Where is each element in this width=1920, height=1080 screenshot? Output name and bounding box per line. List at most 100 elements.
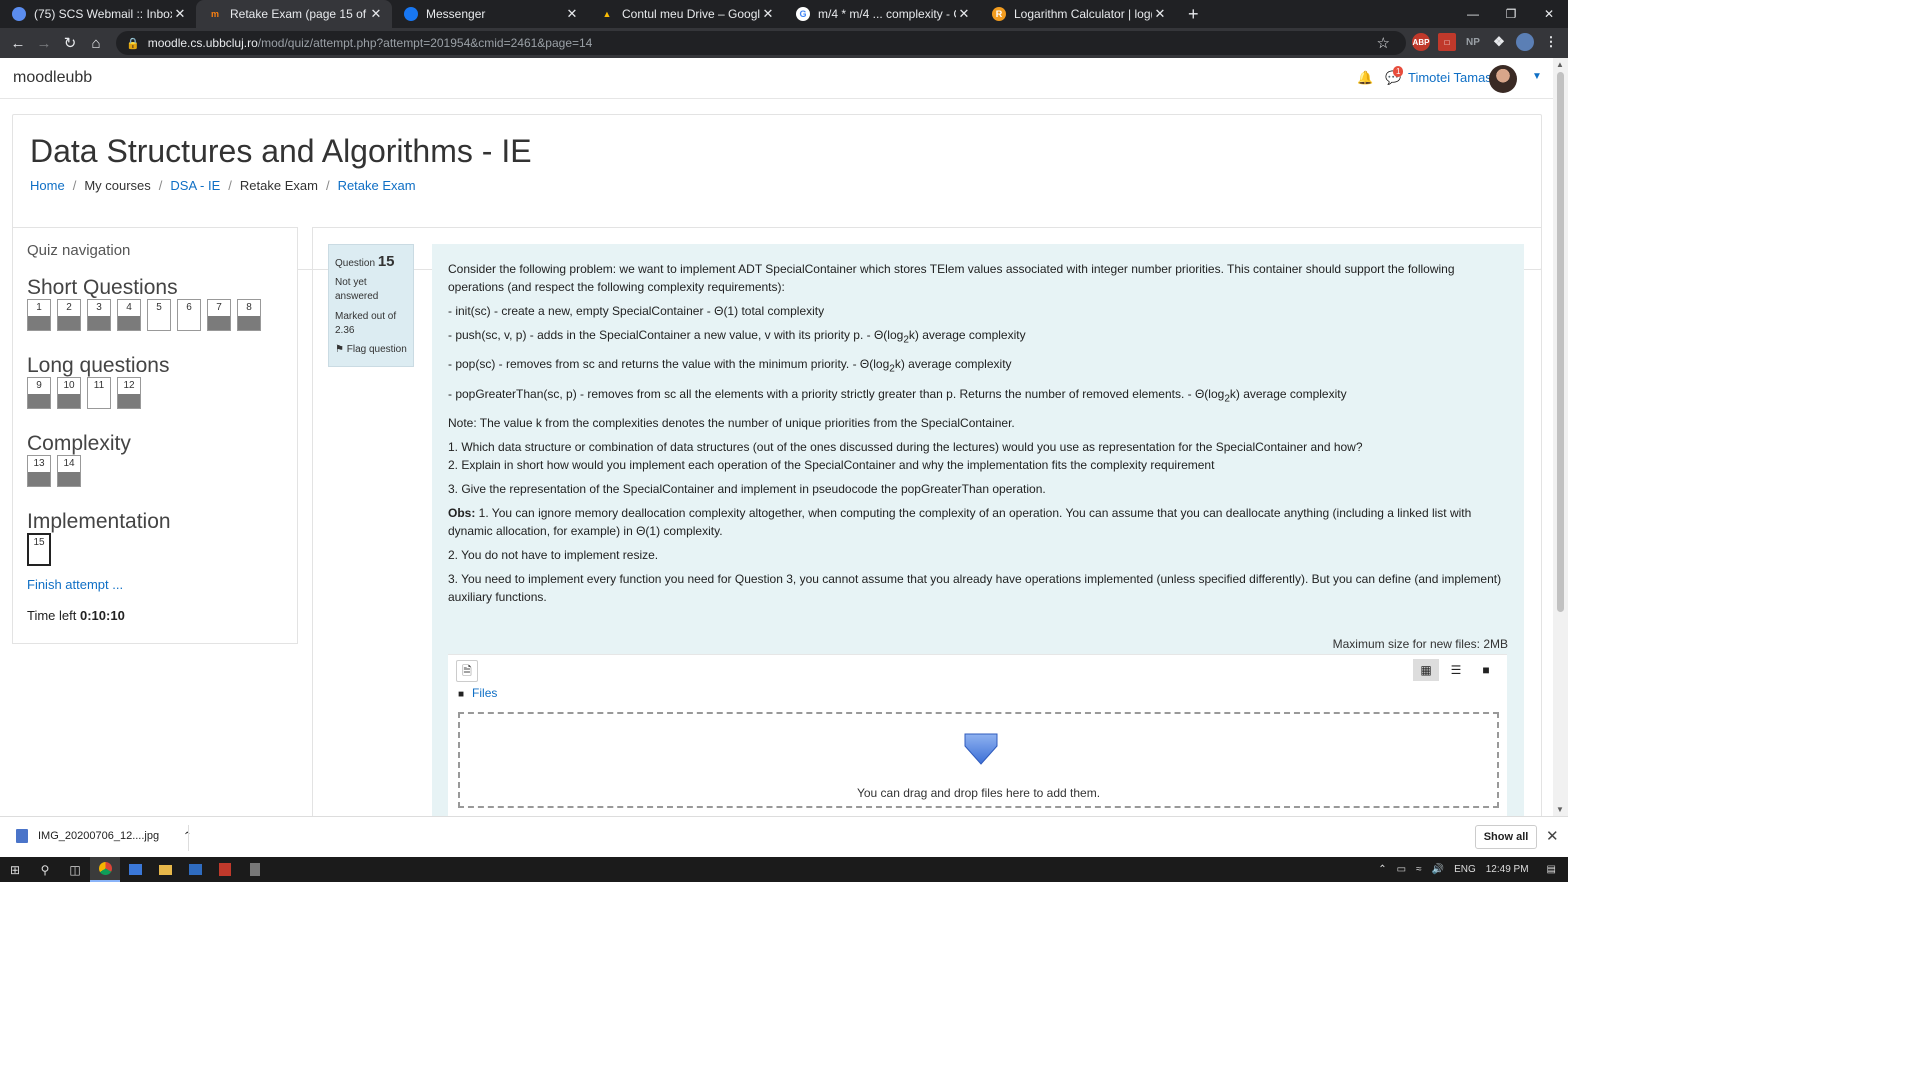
calculator-icon[interactable] <box>240 857 270 882</box>
quiz-question-button[interactable]: 7 <box>207 299 231 331</box>
chrome-menu-icon[interactable]: ⋮ <box>1542 33 1560 51</box>
reload-button[interactable]: ↻ <box>57 34 83 52</box>
new-tab-button[interactable]: + <box>1176 0 1211 28</box>
user-menu-caret-icon[interactable]: ▼ <box>1532 71 1542 82</box>
question-number-label: 2 <box>66 302 72 313</box>
webmail-icon <box>12 7 26 21</box>
page-scrollbar[interactable]: ▲ ▼ <box>1553 58 1568 816</box>
quiz-question-button[interactable]: 10 <box>57 377 81 409</box>
divider <box>188 825 189 851</box>
list-view-button[interactable]: ☰ <box>1443 659 1469 681</box>
moodle-navbar: moodleubb 🔔 💬 1 Timotei Tamas ▼ <box>0 58 1553 99</box>
file-explorer-icon[interactable] <box>150 857 180 882</box>
scroll-down-icon[interactable]: ▼ <box>1556 805 1564 814</box>
browser-tab[interactable]: ▲ Contul meu Drive – Google Drive✕ <box>588 0 784 28</box>
finish-attempt-link[interactable]: Finish attempt ... <box>27 577 123 592</box>
address-bar[interactable]: 🔒 moodle.cs.ubbcluj.ro /mod/quiz/attempt… <box>116 31 1406 55</box>
messages-icon[interactable]: 💬 1 <box>1385 66 1404 86</box>
calendar-extension-icon[interactable]: □ <box>1438 33 1456 51</box>
time-left-label: Time left <box>27 608 77 623</box>
forward-button[interactable]: → <box>31 35 57 52</box>
page-viewport: moodleubb 🔔 💬 1 Timotei Tamas ▼ Data Stru… <box>0 58 1553 816</box>
quiz-question-button[interactable]: 2 <box>57 299 81 331</box>
operation-pop-greater-text: - popGreaterThan(sc, p) - removes from s… <box>448 386 1225 401</box>
windows-start-icon[interactable]: ⊞ <box>0 857 30 882</box>
moodle-brand[interactable]: moodleubb <box>13 69 92 87</box>
download-item[interactable]: IMG_20200706_12....jpg ⌃ <box>16 829 191 843</box>
google-icon: G <box>796 7 810 21</box>
close-tab-icon[interactable]: ✕ <box>172 6 188 22</box>
close-tab-icon[interactable]: ✕ <box>956 6 972 22</box>
quiz-question-buttons: 13 14 <box>27 455 81 487</box>
np-extension-icon[interactable]: NP <box>1464 33 1482 51</box>
breadcrumb-item[interactable]: Home <box>30 178 65 193</box>
battery-icon[interactable]: ▭ <box>1397 864 1406 875</box>
tree-view-button[interactable]: ■ <box>1473 659 1499 681</box>
puzzle-extensions-icon[interactable]: ❖ <box>1490 33 1508 51</box>
volume-icon[interactable]: 🔊 <box>1432 864 1444 875</box>
photos-icon[interactable] <box>180 857 210 882</box>
breadcrumb-separator: / <box>72 178 77 193</box>
max-file-size: Maximum size for new files: 2MB <box>1332 637 1508 651</box>
file-drop-zone[interactable]: You can drag and drop files here to add … <box>458 712 1499 808</box>
question-number-label: 5 <box>156 302 162 313</box>
close-shelf-icon[interactable]: ✕ <box>1546 827 1559 845</box>
quiz-question-button[interactable]: 3 <box>87 299 111 331</box>
files-folder-link[interactable]: ■ Files <box>458 686 497 700</box>
pdf-reader-icon[interactable] <box>210 857 240 882</box>
icon-view-button[interactable]: ▦ <box>1413 659 1439 681</box>
quiz-question-button[interactable]: 5 <box>147 299 171 331</box>
quiz-question-button[interactable]: 15 <box>27 533 51 566</box>
app-taskbar-icon[interactable] <box>120 857 150 882</box>
close-tab-icon[interactable]: ✕ <box>1152 6 1168 22</box>
quiz-question-button[interactable]: 4 <box>117 299 141 331</box>
back-button[interactable]: ← <box>5 35 31 52</box>
home-button[interactable]: ⌂ <box>83 35 109 52</box>
minimize-button[interactable]: — <box>1454 0 1492 28</box>
quiz-question-button[interactable]: 11 <box>87 377 111 409</box>
browser-tab[interactable]: (75) SCS Webmail :: Inbox ✕ <box>0 0 196 28</box>
notifications-bell-icon[interactable]: 🔔 <box>1357 70 1373 86</box>
browser-tab[interactable]: m Retake Exam (page 15 of 15)✕ <box>196 0 392 28</box>
user-name[interactable]: Timotei Tamas <box>1408 70 1492 85</box>
browser-tab[interactable]: Gm/4 * m/4 ... complexity - Căutar✕ <box>784 0 980 28</box>
add-file-button[interactable]: 🗎 <box>456 660 478 682</box>
quiz-question-button[interactable]: 8 <box>237 299 261 331</box>
restore-button[interactable]: ❐ <box>1492 0 1530 28</box>
browser-tab[interactable]: R Logarithm Calculator | log(x) Calc✕ <box>980 0 1176 28</box>
search-icon[interactable]: ⚲ <box>30 857 60 882</box>
close-window-button[interactable]: ✕ <box>1530 0 1568 28</box>
subquestion-2: 2. Explain in short how would you implem… <box>448 458 1215 473</box>
chevron-up-icon[interactable]: ⌃ <box>1378 864 1386 875</box>
quiz-question-button[interactable]: 14 <box>57 455 81 487</box>
breadcrumb-separator: / <box>325 178 330 193</box>
breadcrumb: Home / My courses / DSA - IE / Retake Exam / Ret… <box>30 178 416 193</box>
close-tab-icon[interactable]: ✕ <box>564 6 580 22</box>
avatar[interactable] <box>1489 65 1517 93</box>
wifi-icon[interactable]: ≈ <box>1416 864 1422 875</box>
language-indicator[interactable]: ENG <box>1454 864 1476 875</box>
browser-tab[interactable]: Messenger ✕ <box>392 0 588 28</box>
notifications-icon[interactable]: ▤ <box>1547 864 1556 875</box>
breadcrumb-item[interactable]: Retake Exam <box>338 178 416 193</box>
close-tab-icon[interactable]: ✕ <box>368 6 384 22</box>
answered-indicator <box>118 316 140 330</box>
question-number-label: 1 <box>36 302 42 313</box>
quiz-question-button[interactable]: 13 <box>27 455 51 487</box>
quiz-question-button[interactable]: 12 <box>117 377 141 409</box>
bookmark-star-icon[interactable]: ☆ <box>1377 34 1390 52</box>
flag-question-button[interactable]: ⚑ Flag question <box>335 344 407 355</box>
close-tab-icon[interactable]: ✕ <box>760 6 776 22</box>
quiz-question-button[interactable]: 9 <box>27 377 51 409</box>
breadcrumb-item[interactable]: DSA - IE <box>170 178 220 193</box>
clock[interactable]: 12:49 PM <box>1486 864 1529 875</box>
quiz-question-button[interactable]: 1 <box>27 299 51 331</box>
profile-icon[interactable] <box>1516 33 1534 51</box>
adblock-extension-icon[interactable]: ABP <box>1412 33 1430 51</box>
chrome-taskbar-icon[interactable] <box>90 857 120 882</box>
scrollbar-thumb[interactable] <box>1557 72 1564 612</box>
quiz-question-button[interactable]: 6 <box>177 299 201 331</box>
scroll-up-icon[interactable]: ▲ <box>1556 60 1564 69</box>
task-view-icon[interactable]: ◫ <box>60 857 90 882</box>
show-all-button[interactable]: Show all <box>1475 825 1537 849</box>
